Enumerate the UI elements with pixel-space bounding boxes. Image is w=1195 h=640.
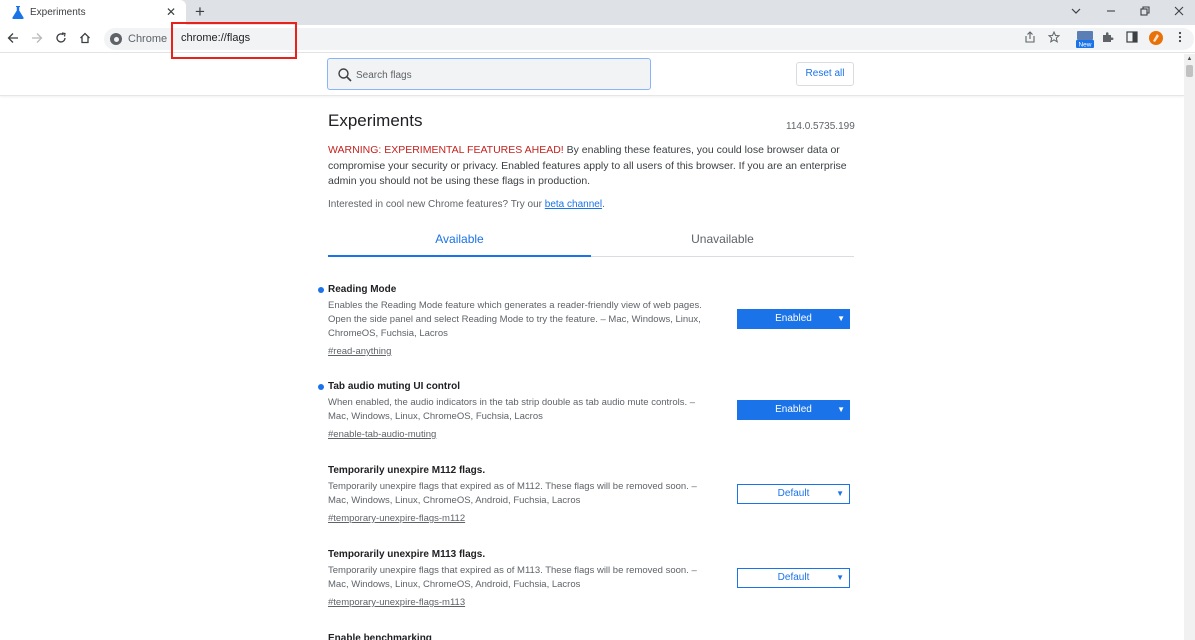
share-icon[interactable] (1021, 30, 1039, 48)
close-window-icon[interactable] (1169, 3, 1189, 21)
site-info-chip[interactable]: Chrome (110, 31, 167, 47)
minimize-icon[interactable] (1101, 3, 1121, 21)
tab-title: Experiments (30, 7, 86, 18)
flag-name: Temporarily unexpire M113 flags. (328, 549, 486, 560)
flag-state-value: Default (777, 488, 810, 499)
flag-item: Temporarily unexpire M113 flags. Tempora… (328, 548, 854, 610)
flag-name: Enable benchmarking (328, 633, 432, 640)
flag-name: Reading Mode (328, 284, 397, 295)
version-label: 114.0.5735.199 (786, 121, 855, 132)
bookmark-star-icon[interactable] (1045, 30, 1063, 48)
flask-icon (12, 6, 24, 19)
flag-description: Enables the Reading Mode feature which g… (328, 300, 702, 339)
new-badge-label: New (1078, 42, 1091, 49)
flag-description: Temporarily unexpire flags that expired … (328, 481, 697, 506)
flags-page: Reset all Experiments 114.0.5735.199 WAR… (0, 54, 1184, 640)
chrome-icon (110, 33, 122, 45)
scroll-thumb[interactable] (1186, 65, 1193, 77)
search-box[interactable] (327, 58, 651, 90)
tab-search-chevron-icon[interactable] (1066, 3, 1086, 21)
active-tab-indicator (328, 255, 591, 257)
beta-channel-link[interactable]: beta channel (545, 199, 602, 210)
flag-state-select[interactable]: Enabled ▼ (737, 400, 850, 420)
warning-prefix: WARNING: EXPERIMENTAL FEATURES AHEAD! (328, 144, 564, 156)
flag-state-select[interactable]: Default ▼ (737, 484, 850, 504)
close-tab-icon[interactable]: ✕ (164, 5, 178, 19)
flag-description: Temporarily unexpire flags that expired … (328, 565, 697, 590)
flag-name: Tab audio muting UI control (328, 381, 461, 392)
new-tab-button[interactable]: + (191, 3, 209, 21)
modified-dot (318, 384, 324, 390)
extension-new-icon[interactable]: New (1075, 30, 1095, 49)
tab-unavailable[interactable]: Unavailable (591, 224, 854, 257)
browser-tab-experiments[interactable]: Experiments ✕ (0, 0, 186, 25)
forward-arrow-icon[interactable] (28, 30, 46, 48)
chip-label: Chrome (128, 33, 168, 45)
flag-permalink[interactable]: #enable-tab-audio-muting (328, 428, 436, 442)
flag-state-value: Enabled (775, 404, 812, 415)
search-icon (338, 68, 352, 82)
chevron-down-icon: ▼ (836, 489, 844, 498)
side-panel-icon[interactable] (1123, 30, 1141, 48)
scroll-up-arrow-icon[interactable]: ▲ (1184, 54, 1195, 64)
home-icon[interactable] (76, 30, 94, 48)
flag-item: Enable benchmarking (328, 632, 854, 640)
beta-suffix: . (602, 199, 605, 210)
profile-avatar-icon[interactable] (1147, 30, 1165, 48)
flag-permalink[interactable]: #read-anything (328, 345, 391, 359)
flag-state-value: Default (777, 572, 810, 583)
flag-name: Temporarily unexpire M112 flags. (328, 465, 486, 476)
search-header: Reset all (0, 54, 1184, 96)
page-scrollbar[interactable]: ▲ (1184, 54, 1195, 640)
page-title: Experiments (328, 111, 423, 130)
chevron-down-icon: ▼ (836, 573, 844, 582)
beta-text: Interested in cool new Chrome features? … (328, 199, 545, 210)
beta-paragraph: Interested in cool new Chrome features? … (328, 199, 605, 210)
back-arrow-icon[interactable] (4, 30, 22, 48)
tab-available[interactable]: Available (328, 224, 591, 257)
flag-state-select[interactable]: Default ▼ (737, 568, 850, 588)
search-input[interactable] (356, 65, 636, 85)
flag-item: Reading Mode Enables the Reading Mode fe… (318, 283, 854, 359)
reset-all-button[interactable]: Reset all (796, 62, 854, 86)
chevron-down-icon: ▼ (837, 314, 845, 323)
flag-description: When enabled, the audio indicators in th… (328, 397, 696, 422)
menu-kebab-icon[interactable] (1171, 30, 1189, 48)
warning-paragraph: WARNING: EXPERIMENTAL FEATURES AHEAD! By… (328, 143, 858, 190)
url-highlight-annotation (171, 22, 297, 59)
flag-state-select[interactable]: Enabled ▼ (737, 309, 850, 329)
flag-permalink[interactable]: #temporary-unexpire-flags-m112 (328, 512, 465, 526)
flag-item: Tab audio muting UI control When enabled… (318, 380, 854, 442)
flag-tabs: Available Unavailable (328, 224, 854, 257)
restore-icon[interactable] (1135, 3, 1155, 21)
reload-icon[interactable] (52, 30, 70, 48)
chevron-down-icon: ▼ (837, 405, 845, 414)
flag-item: Temporarily unexpire M112 flags. Tempora… (328, 464, 854, 526)
flag-permalink[interactable]: #temporary-unexpire-flags-m113 (328, 596, 465, 610)
puzzle-extensions-icon[interactable] (1099, 30, 1117, 48)
modified-dot (318, 287, 324, 293)
flag-state-value: Enabled (775, 313, 812, 324)
